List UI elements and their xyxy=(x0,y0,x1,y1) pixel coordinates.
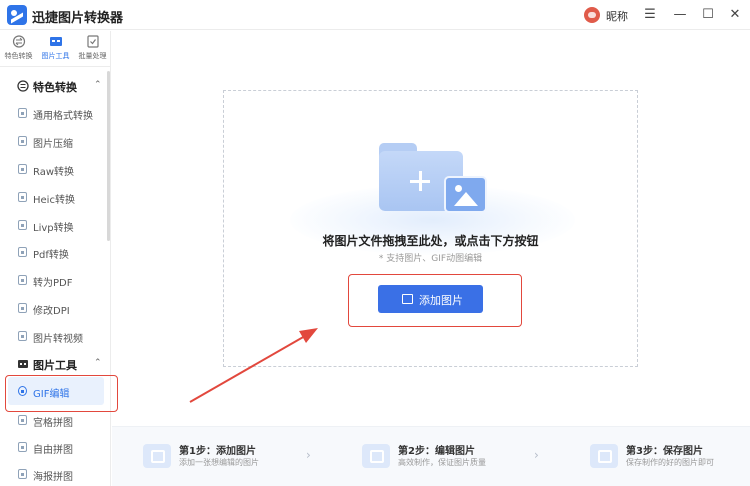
tab-label: 图片工具 xyxy=(41,52,70,60)
sidebar-item-free-collage[interactable]: 自由拼图 xyxy=(0,436,106,458)
file-icon xyxy=(18,192,27,202)
tab-label: 批量处理 xyxy=(78,52,107,60)
sidebar-item-poster-collage[interactable]: 海报拼图 xyxy=(0,463,106,485)
file-icon xyxy=(18,164,27,174)
sidebar-item-label: 海报拼图 xyxy=(33,472,73,483)
add-image-label: 添加图片 xyxy=(419,294,463,307)
sidebar-item-raw[interactable]: Raw转换 xyxy=(0,158,106,180)
sidebar-item-label: 修改DPI xyxy=(33,306,70,317)
section-special-convert[interactable]: 特色转换 ⌃ xyxy=(0,75,106,97)
chevron-right-icon: › xyxy=(306,448,311,462)
add-image-icon xyxy=(143,444,171,468)
sidebar-item-label: Raw转换 xyxy=(33,167,75,178)
sidebar-item-label: 通用格式转换 xyxy=(33,111,93,122)
steps-bar: 第1步：添加图片 添加一张想编辑的图片 › 第2步：编辑图片 高效制作，保证图片… xyxy=(112,426,750,486)
highlight-box-gif-edit xyxy=(5,375,118,412)
file-icon xyxy=(18,247,27,257)
step-title: 第1步：添加图片 xyxy=(179,446,256,457)
chevron-up-icon: ⌃ xyxy=(94,358,102,368)
sidebar-item-label: 图片转视频 xyxy=(33,334,83,345)
toolbox-icon xyxy=(18,360,28,368)
section-label: 图片工具 xyxy=(33,359,77,372)
sidebar: 特色转换 图片工具 批量处理 特色转换 ⌃ 通用格式转换 图片压缩 Raw转换 … xyxy=(0,31,111,486)
sidebar-item-compress[interactable]: 图片压缩 xyxy=(0,130,106,152)
save-image-icon xyxy=(590,444,618,468)
section-image-tools[interactable]: 图片工具 ⌃ xyxy=(0,353,106,375)
sidebar-item-label: 自由拼图 xyxy=(33,445,73,456)
sidebar-item-grid-collage[interactable]: 宫格拼图 xyxy=(0,409,106,431)
file-icon xyxy=(18,136,27,146)
file-icon xyxy=(18,108,27,118)
step-desc: 添加一张想编辑的图片 xyxy=(179,458,259,467)
swap-icon xyxy=(12,35,25,48)
file-icon xyxy=(18,331,27,341)
chevron-right-icon: › xyxy=(534,448,539,462)
sidebar-item-label: 转为PDF xyxy=(33,278,73,289)
sidebar-item-livp[interactable]: Livp转换 xyxy=(0,214,106,236)
maximize-icon[interactable]: ☐ xyxy=(698,5,718,25)
drop-title: 将图片文件拖拽至此处，或点击下方按钮 xyxy=(322,234,539,248)
edit-image-icon xyxy=(362,444,390,468)
poster-icon xyxy=(18,469,27,479)
grid-icon xyxy=(18,415,27,425)
file-icon xyxy=(18,220,27,230)
close-icon[interactable]: ✕ xyxy=(725,5,745,25)
file-icon xyxy=(18,275,27,285)
sidebar-item-dpi[interactable]: 修改DPI xyxy=(0,297,106,319)
chevron-up-icon: ⌃ xyxy=(94,80,102,90)
minimize-icon[interactable]: — xyxy=(670,5,690,25)
sidebar-item-label: 图片压缩 xyxy=(33,139,73,150)
step-desc: 高效制作，保证图片质量 xyxy=(398,458,486,467)
sidebar-item-pdf[interactable]: Pdf转换 xyxy=(0,241,106,263)
avatar[interactable] xyxy=(584,7,600,23)
collage-icon xyxy=(18,442,27,452)
sidebar-item-to-pdf[interactable]: 转为PDF xyxy=(0,269,106,291)
sidebar-item-heic[interactable]: Heic转换 xyxy=(0,186,106,208)
toolbox-icon xyxy=(49,37,62,46)
top-nav: 特色转换 图片工具 批量处理 xyxy=(0,31,111,67)
tab-image-tools[interactable]: 图片工具 xyxy=(37,35,74,61)
image-icon xyxy=(444,176,487,213)
tab-batch-process[interactable]: 批量处理 xyxy=(74,35,111,61)
title-bar: 迅捷图片转换器 昵称 ☰ — ☐ ✕ xyxy=(0,0,750,30)
app-logo-icon xyxy=(7,5,27,25)
drop-hint: * 支持图片、GIF动图编辑 xyxy=(378,254,483,264)
sidebar-item-label: Heic转换 xyxy=(33,195,75,206)
app-title: 迅捷图片转换器 xyxy=(32,11,124,26)
step-title: 第3步：保存图片 xyxy=(626,446,703,457)
batch-icon xyxy=(86,35,99,48)
step-desc: 保存制作的好的图片即可 xyxy=(626,458,714,467)
section-label: 特色转换 xyxy=(33,81,77,94)
image-icon xyxy=(402,294,413,304)
sidebar-item-label: Pdf转换 xyxy=(33,250,69,261)
sidebar-item-to-video[interactable]: 图片转视频 xyxy=(0,325,106,347)
swap-icon xyxy=(17,80,29,92)
sidebar-scrollbar[interactable] xyxy=(107,71,110,241)
sidebar-item-label: 宫格拼图 xyxy=(33,418,73,429)
sidebar-item-label: Livp转换 xyxy=(33,223,74,234)
sidebar-item-general-format[interactable]: 通用格式转换 xyxy=(0,102,106,124)
step-title: 第2步：编辑图片 xyxy=(398,446,475,457)
tab-special-convert[interactable]: 特色转换 xyxy=(0,35,37,61)
nickname-label[interactable]: 昵称 xyxy=(606,8,628,24)
menu-icon[interactable]: ☰ xyxy=(640,5,660,25)
file-icon xyxy=(18,303,27,313)
tab-label: 特色转换 xyxy=(4,52,33,60)
add-image-button[interactable]: 添加图片 xyxy=(378,285,483,313)
